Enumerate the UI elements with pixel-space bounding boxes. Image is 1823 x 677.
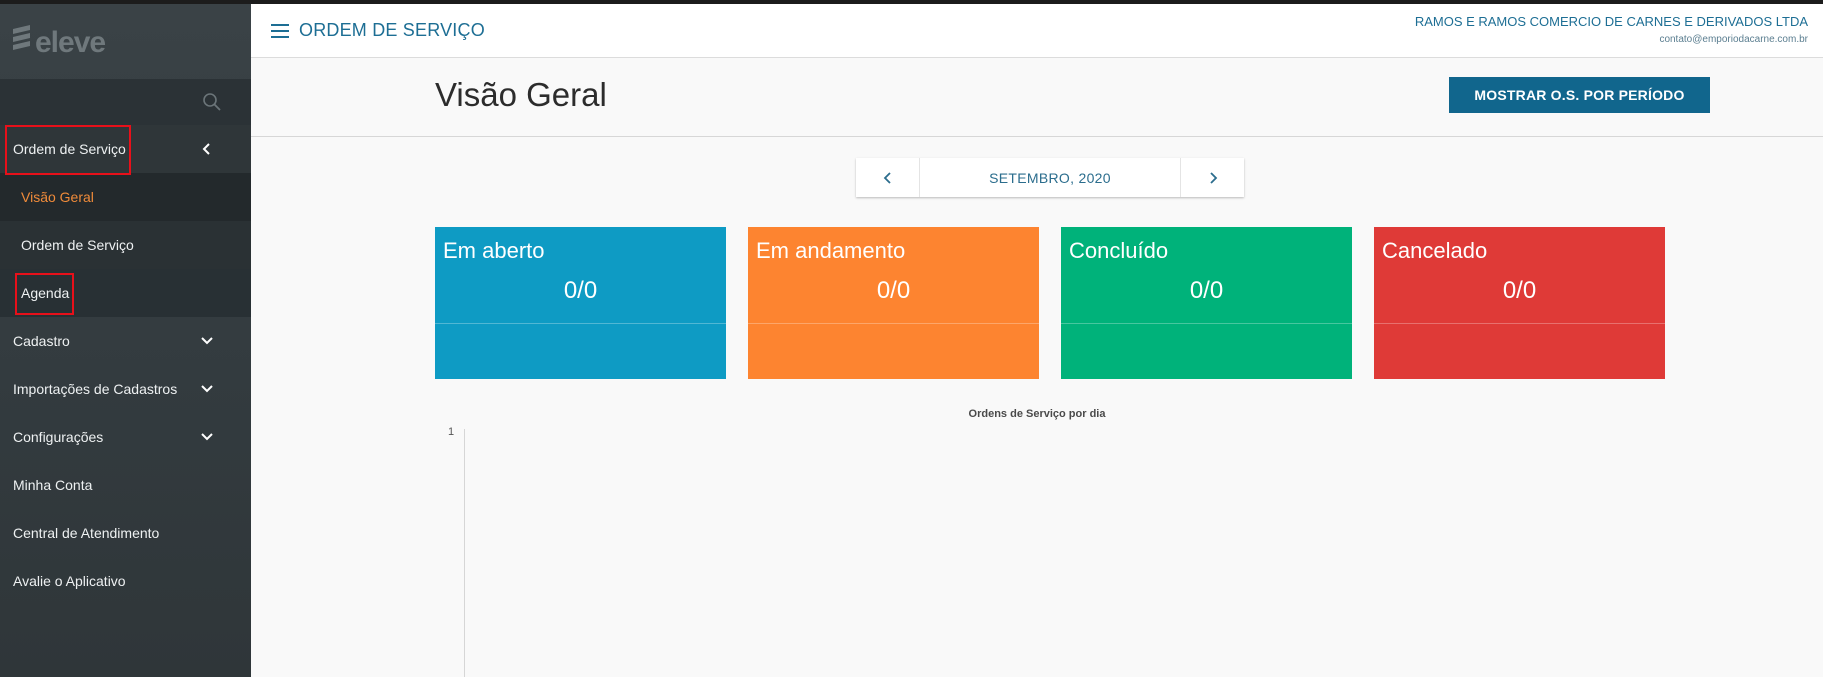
sidebar-item-importacoes[interactable]: Importações de Cadastros	[0, 365, 251, 413]
page-header: Visão Geral MOSTRAR O.S. POR PERÍODO	[251, 58, 1823, 137]
card-divider	[1061, 323, 1352, 324]
chevron-down-icon[interactable]	[200, 429, 214, 445]
company-info: RAMOS E RAMOS COMERCIO DE CARNES E DERIV…	[1415, 14, 1808, 45]
chart-y-tick: 1	[448, 426, 455, 438]
sidebar-item-label: Importações de Cadastros	[13, 381, 178, 397]
card-divider	[1374, 323, 1665, 324]
sidebar-item-central-atendimento[interactable]: Central de Atendimento	[0, 509, 251, 557]
top-header: ORDEM DE SERVIÇO RAMOS E RAMOS COMERCIO …	[251, 4, 1823, 58]
sidebar-item-label: Minha Conta	[13, 477, 93, 493]
header-title: ORDEM DE SERVIÇO	[299, 20, 485, 40]
sidebar-item-configuracoes[interactable]: Configurações	[0, 413, 251, 461]
sidebar-item-avalie-aplicativo[interactable]: Avalie o Aplicativo	[0, 557, 251, 605]
status-card-em-aberto[interactable]: Em aberto 0/0	[435, 227, 726, 379]
chart-y-axis	[464, 429, 465, 677]
sidebar-item-label: Avalie o Aplicativo	[13, 573, 126, 589]
chart-title: Ordens de Serviço por dia	[968, 408, 1106, 420]
sidebar-item-label: Central de Atendimento	[13, 525, 160, 541]
next-month-button[interactable]	[1180, 158, 1244, 197]
status-card-em-andamento[interactable]: Em andamento 0/0	[748, 227, 1039, 379]
search-icon[interactable]	[202, 92, 222, 112]
company-name: RAMOS E RAMOS COMERCIO DE CARNES E DERIV…	[1414, 14, 1808, 29]
card-title: Em aberto	[443, 238, 545, 263]
sidebar-item-visao-geral[interactable]: Visão Geral	[0, 173, 251, 221]
sidebar-item-label: Configurações	[13, 429, 104, 445]
card-divider	[748, 323, 1039, 324]
sidebar: eleve Ordem de Serviço Visão Geral Ordem…	[0, 4, 251, 677]
logo-mark-icon	[13, 25, 30, 50]
sidebar-item-cadastro[interactable]: Cadastro	[0, 317, 251, 365]
chevron-right-icon	[1209, 171, 1217, 184]
sidebar-item-minha-conta[interactable]: Minha Conta	[0, 461, 251, 509]
sidebar-item-ordem-de-servico-list[interactable]: Ordem de Serviço	[0, 221, 251, 269]
card-value: 0/0	[1189, 277, 1224, 304]
hamburger-icon[interactable]	[271, 24, 289, 38]
card-value: 0/0	[1502, 277, 1537, 304]
logo-text: eleve	[35, 26, 106, 59]
company-email: contato@emporiodacarne.com.br	[1659, 34, 1808, 45]
sidebar-item-label: Ordem de Serviço	[21, 237, 134, 253]
status-card-cancelado[interactable]: Cancelado 0/0	[1374, 227, 1665, 379]
chevron-left-icon	[883, 171, 891, 184]
card-divider	[435, 323, 726, 324]
show-by-period-button[interactable]: MOSTRAR O.S. POR PERÍODO	[1449, 77, 1710, 113]
highlight-box-agenda	[15, 273, 74, 315]
sidebar-search[interactable]	[0, 79, 251, 125]
logo[interactable]: eleve	[10, 18, 106, 68]
month-navigator: SETEMBRO, 2020	[856, 158, 1244, 197]
card-title: Concluído	[1069, 238, 1169, 263]
sidebar-item-label: Visão Geral	[21, 189, 94, 205]
chevron-down-icon[interactable]	[200, 333, 214, 349]
status-card-concluido[interactable]: Concluído 0/0	[1061, 227, 1352, 379]
card-value: 0/0	[876, 277, 911, 304]
sidebar-item-label: Cadastro	[13, 333, 70, 349]
chevron-left-icon[interactable]	[200, 141, 214, 157]
card-title: Em andamento	[756, 238, 906, 263]
chevron-down-icon[interactable]	[200, 381, 214, 397]
sidebar-menu: Ordem de Serviço Visão Geral Ordem de Se…	[0, 125, 251, 605]
month-label: SETEMBRO, 2020	[989, 169, 1111, 186]
card-title: Cancelado	[1382, 238, 1488, 263]
page-title: Visão Geral	[435, 76, 607, 113]
highlight-box-ordem-de-servico	[5, 125, 131, 175]
main-content: ORDEM DE SERVIÇO RAMOS E RAMOS COMERCIO …	[251, 4, 1823, 677]
card-value: 0/0	[563, 277, 598, 304]
prev-month-button[interactable]	[856, 158, 920, 197]
